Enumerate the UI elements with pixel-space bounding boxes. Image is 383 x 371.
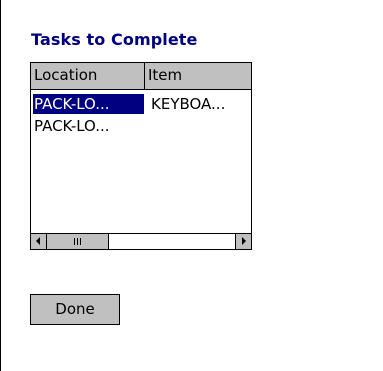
cell-location: PACK-LO... <box>34 117 110 135</box>
column-header-item[interactable]: Item <box>145 63 251 89</box>
done-button[interactable]: Done <box>30 294 120 325</box>
cell-location: PACK-LO... <box>33 94 144 114</box>
scroll-left-button[interactable] <box>31 234 47 249</box>
list-item[interactable]: PACK-LO... KEYBOA... <box>31 93 251 115</box>
arrow-left-icon <box>36 237 40 245</box>
list-item[interactable]: PACK-LO... <box>31 115 251 137</box>
page-title: Tasks to Complete <box>31 30 198 49</box>
grip-icon <box>74 238 81 245</box>
scroll-right-button[interactable] <box>235 234 251 249</box>
arrow-right-icon <box>242 237 246 245</box>
tasks-list[interactable]: Location Item PACK-LO... KEYBOA... PACK-… <box>30 62 252 250</box>
list-header: Location Item <box>31 63 251 90</box>
cell-item: KEYBOA... <box>151 95 226 113</box>
cell-item <box>151 115 249 137</box>
column-header-location[interactable]: Location <box>31 63 145 89</box>
screen: Tasks to Complete Location Item PACK-LO.… <box>0 0 383 371</box>
scrollbar-thumb[interactable] <box>47 234 109 249</box>
list-rows: PACK-LO... KEYBOA... PACK-LO... <box>31 93 251 137</box>
horizontal-scrollbar[interactable] <box>31 233 251 249</box>
window-edge <box>0 0 1 371</box>
